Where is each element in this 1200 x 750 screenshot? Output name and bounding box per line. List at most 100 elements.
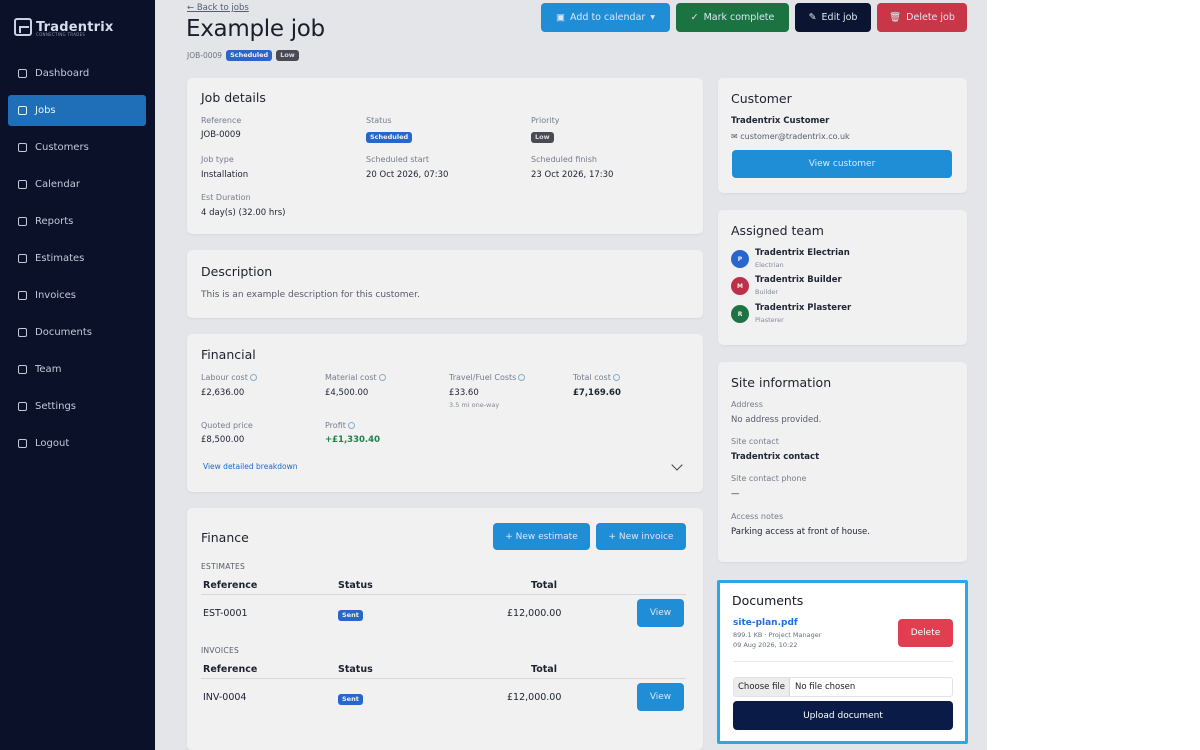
- avatar: P: [731, 250, 749, 268]
- info-icon[interactable]: [518, 374, 526, 381]
- financial-title: Financial: [201, 347, 256, 362]
- new-invoice-button[interactable]: + New invoice: [596, 523, 686, 550]
- sidebar-item-reports[interactable]: Reports: [8, 206, 146, 237]
- view-customer-button[interactable]: View customer: [732, 150, 952, 178]
- bar-chart-icon: [18, 217, 27, 226]
- sidebar-item-customers[interactable]: Customers: [8, 132, 146, 163]
- sidebar-item-documents[interactable]: Documents: [8, 317, 146, 348]
- material-cost-label: Material cost: [325, 373, 386, 382]
- scheduled-finish-value: 23 Oct 2026, 17:30: [531, 170, 614, 180]
- new-estimate-button[interactable]: + New estimate: [493, 523, 590, 550]
- scheduled-finish-label: Scheduled finish: [531, 155, 597, 164]
- profit-label: Profit: [325, 421, 355, 430]
- status-badge: Scheduled: [226, 50, 273, 61]
- document-file-link[interactable]: site-plan.pdf: [733, 618, 798, 628]
- choose-file-button[interactable]: Choose file: [734, 678, 791, 696]
- logo-icon: [14, 18, 32, 36]
- document-file-date: 09 Aug 2026, 10:22: [733, 641, 798, 649]
- briefcase-icon: [18, 106, 27, 115]
- delete-job-button[interactable]: 🗑 Delete job: [877, 3, 967, 32]
- estimates-col-reference: Reference: [203, 580, 258, 591]
- status-label: Status: [366, 116, 392, 125]
- edit-job-button[interactable]: ✎ Edit job: [795, 3, 871, 32]
- profit-value: +£1,330.40: [325, 435, 380, 445]
- brand-tagline: CONNECTING TRADES: [36, 32, 86, 37]
- file-status-text: No file chosen: [795, 682, 856, 692]
- documents-title: Documents: [732, 593, 804, 608]
- file-input[interactable]: Choose file No file chosen: [733, 677, 953, 697]
- folder-icon: [18, 328, 27, 337]
- info-icon[interactable]: [347, 422, 355, 429]
- invoice-reference: INV-0004: [203, 692, 247, 703]
- estimates-col-status: Status: [338, 580, 373, 591]
- site-information-card: Site information Address No address prov…: [718, 362, 967, 562]
- job-type-label: Job type: [201, 155, 234, 164]
- delete-job-label: Delete job: [906, 12, 955, 23]
- sidebar-item-label: Team: [35, 364, 62, 375]
- invoices-caption: INVOICES: [201, 646, 240, 655]
- priority-value-badge: Low: [531, 132, 554, 143]
- info-icon[interactable]: [378, 374, 386, 381]
- info-icon[interactable]: [612, 374, 620, 381]
- status-value-badge: Scheduled: [366, 132, 413, 143]
- calendar-icon: [18, 180, 27, 189]
- team-member-role: Electrian: [755, 261, 784, 269]
- customer-name: Tradentrix Customer: [731, 116, 830, 126]
- view-estimate-button[interactable]: View: [637, 599, 684, 627]
- trash-icon: 🗑: [889, 12, 902, 23]
- sidebar-item-team[interactable]: Team: [8, 354, 146, 385]
- estimate-reference: EST-0001: [203, 608, 248, 619]
- sidebar-item-label: Dashboard: [35, 68, 90, 79]
- table-divider: [201, 594, 686, 595]
- total-cost-label-text: Total cost: [573, 373, 611, 382]
- sidebar-item-calendar[interactable]: Calendar: [8, 169, 146, 200]
- address-value: No address provided.: [731, 415, 822, 425]
- access-notes-label: Access notes: [731, 512, 784, 521]
- caret-down-icon: ▼: [650, 14, 655, 21]
- site-contact-label: Site contact: [731, 437, 779, 446]
- upload-document-button[interactable]: Upload document: [733, 701, 953, 730]
- view-invoice-button[interactable]: View: [637, 683, 684, 711]
- estimate-total: £12,000.00: [507, 608, 562, 619]
- check-icon: ✓: [690, 12, 699, 23]
- view-breakdown-link[interactable]: View detailed breakdown: [203, 462, 298, 471]
- job-details-card: Job details Reference JOB-0009 Status Sc…: [187, 78, 703, 234]
- sidebar-item-logout[interactable]: Logout: [8, 428, 146, 459]
- sidebar-item-dashboard[interactable]: Dashboard: [8, 58, 146, 89]
- sidebar-item-label: Estimates: [35, 253, 85, 264]
- sidebar-item-settings[interactable]: Settings: [8, 391, 146, 422]
- customer-card: Customer Tradentrix Customer ✉ customer@…: [718, 78, 967, 193]
- add-to-calendar-button[interactable]: ▣ Add to calendar ▼: [541, 3, 670, 32]
- job-type-value: Installation: [201, 170, 249, 180]
- assigned-team-title: Assigned team: [731, 223, 824, 238]
- travel-cost-label-text: Travel/Fuel Costs: [449, 373, 517, 382]
- sidebar-item-invoices[interactable]: Invoices: [8, 280, 146, 311]
- mark-complete-button[interactable]: ✓ Mark complete: [676, 3, 789, 32]
- finance-card: Finance + New estimate + New invoice EST…: [187, 508, 703, 750]
- assigned-team-card: Assigned team P Tradentrix Electrian Ele…: [718, 210, 967, 345]
- sidebar-item-jobs[interactable]: Jobs: [8, 95, 146, 126]
- documents-divider: [733, 661, 953, 662]
- total-cost-value: £7,169.60: [573, 388, 621, 398]
- sidebar-item-label: Reports: [35, 216, 74, 227]
- scheduled-start-value: 20 Oct 2026, 07:30: [366, 170, 449, 180]
- mail-icon: ✉: [731, 132, 738, 141]
- back-to-jobs-link[interactable]: ← Back to jobs: [187, 3, 249, 13]
- reference-label: Reference: [201, 116, 242, 125]
- profit-label-text: Profit: [325, 421, 346, 430]
- sidebar-item-estimates[interactable]: Estimates: [8, 243, 146, 274]
- mark-complete-label: Mark complete: [703, 12, 775, 23]
- site-contact-value: Tradentrix contact: [731, 452, 820, 462]
- chevron-down-icon[interactable]: [671, 459, 683, 471]
- delete-document-button[interactable]: Delete: [898, 619, 953, 647]
- description-card: Description This is an example descripti…: [187, 250, 703, 318]
- info-icon[interactable]: [249, 374, 257, 381]
- file-icon: [18, 254, 27, 263]
- travel-cost-value: £33.60: [449, 388, 479, 398]
- travel-cost-label: Travel/Fuel Costs: [449, 373, 526, 382]
- team-member-name: Tradentrix Electrian: [755, 248, 850, 258]
- invoices-col-status: Status: [338, 664, 373, 675]
- material-cost-label-text: Material cost: [325, 373, 377, 382]
- total-cost-label: Total cost: [573, 373, 620, 382]
- sidebar-item-label: Documents: [35, 327, 93, 338]
